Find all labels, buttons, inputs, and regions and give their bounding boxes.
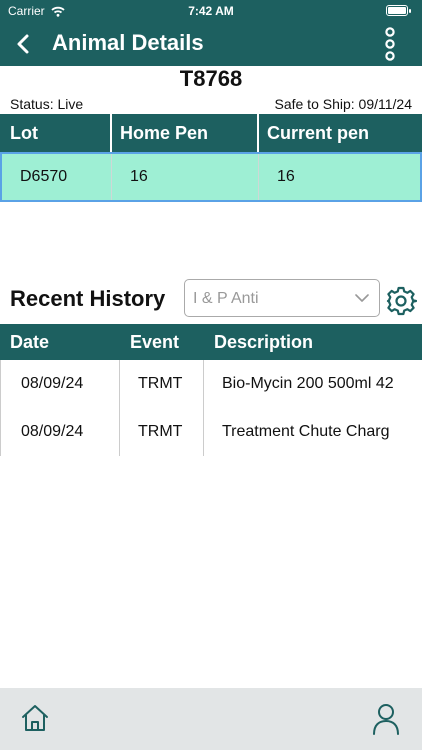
- animal-status: Status: Live: [10, 96, 84, 112]
- user-profile-icon[interactable]: [371, 702, 401, 736]
- column-header-date: Date: [10, 331, 50, 352]
- event-cell: TRMT: [120, 360, 204, 408]
- lot-table: Lot Home Pen Current pen D6570 16 16: [0, 114, 422, 202]
- history-row[interactable]: 08/09/24 TRMT Treatment Chute Charg: [0, 408, 422, 456]
- history-row[interactable]: 08/09/24 TRMT Bio-Mycin 200 500ml 42: [0, 360, 422, 408]
- column-header-home-pen: Home Pen: [112, 114, 259, 152]
- gear-icon[interactable]: [385, 285, 417, 317]
- column-header-current-pen: Current pen: [267, 122, 370, 143]
- clock: 7:42 AM: [188, 4, 234, 18]
- battery-icon: [386, 5, 411, 16]
- column-header-lot: Lot: [2, 114, 112, 152]
- animal-id: T8768: [179, 66, 243, 91]
- home-icon[interactable]: [20, 703, 50, 733]
- page-title: Animal Details: [52, 30, 204, 55]
- description-cell: Bio-Mycin 200 500ml 42: [222, 375, 394, 392]
- description-cell: Treatment Chute Charg: [222, 423, 390, 440]
- lot-row-selected[interactable]: D6570 16 16: [0, 152, 422, 202]
- history-table-header: Date Event Description: [0, 324, 422, 360]
- home-pen-cell: 16: [112, 154, 259, 200]
- filter-selected-value: I & P Anti: [193, 290, 259, 307]
- navigation-bar: Animal Details: [0, 22, 422, 66]
- date-cell: 08/09/24: [0, 408, 120, 456]
- date-cell: 08/09/24: [0, 360, 120, 408]
- bottom-tab-bar: [0, 688, 422, 750]
- history-table: Date Event Description 08/09/24 TRMT Bio…: [0, 324, 422, 456]
- current-pen-cell: 16: [277, 168, 295, 185]
- safe-to-ship-date: Safe to Ship: 09/11/24: [274, 96, 412, 112]
- column-header-description: Description: [214, 331, 314, 352]
- lot-cell: D6570: [2, 154, 112, 200]
- chevron-down-icon: [355, 294, 369, 302]
- event-cell: TRMT: [120, 408, 204, 456]
- status-bar: Carrier 7:42 AM: [0, 0, 422, 22]
- back-chevron-icon[interactable]: [10, 30, 38, 58]
- history-filter-dropdown[interactable]: I & P Anti: [184, 279, 380, 317]
- more-options-icon[interactable]: [384, 27, 396, 61]
- lot-table-header: Lot Home Pen Current pen: [0, 114, 422, 152]
- recent-history-title: Recent History: [10, 286, 166, 311]
- column-header-event: Event: [130, 331, 180, 352]
